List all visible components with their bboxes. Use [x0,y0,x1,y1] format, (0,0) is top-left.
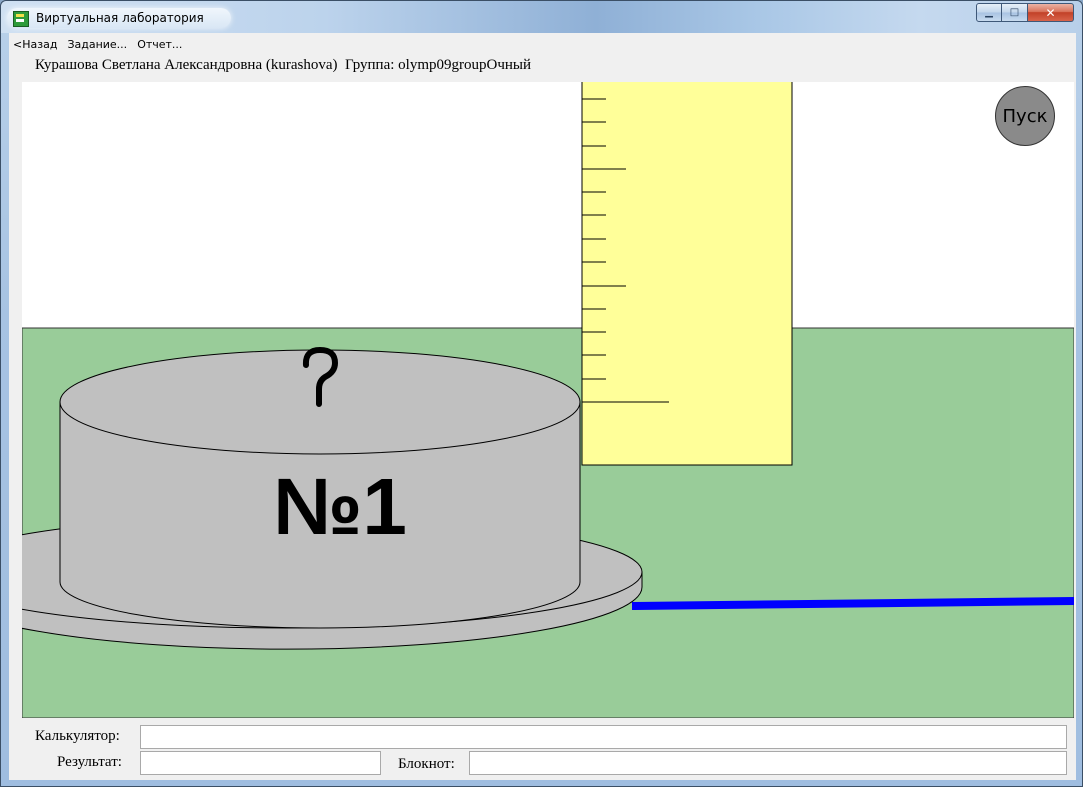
calculator-label: Калькулятор: [35,728,120,744]
menu-report[interactable]: Отчет... [133,38,188,51]
cylinder-label: №1 [273,462,407,551]
window-controls: ▁ □ ✕ [976,3,1074,23]
close-button[interactable]: ✕ [1028,3,1074,22]
app-window: Виртуальная лаборатория ▁ □ ✕ <Назад Зад… [0,0,1083,787]
menu-bar: <Назад Задание... Отчет... [9,33,1076,55]
ruler [581,82,793,466]
title-bar[interactable]: Виртуальная лаборатория ▁ □ ✕ [1,1,1082,33]
user-info: Курашова Светлана Александровна (kurasho… [35,57,531,73]
menu-back[interactable]: <Назад [9,38,63,51]
lab-scene: №1 Пуск [22,82,1074,718]
bottom-panel: Калькулятор: Результат: Блокнот: [9,719,1076,780]
result-field [140,751,381,775]
app-icon [13,11,29,27]
minimize-button[interactable]: ▁ [976,3,1002,22]
menu-task[interactable]: Задание... [63,38,133,51]
maximize-button[interactable]: □ [1002,3,1028,22]
window-title: Виртуальная лаборатория [36,11,204,25]
result-label: Результат: [57,754,122,770]
notepad-label: Блокнот: [398,756,455,772]
scene-canvas: №1 [22,82,1074,718]
start-button[interactable]: Пуск [995,86,1055,146]
client-area: <Назад Задание... Отчет... Курашова Свет… [9,33,1076,780]
calculator-input[interactable] [140,725,1067,749]
notepad-input[interactable] [469,751,1067,775]
